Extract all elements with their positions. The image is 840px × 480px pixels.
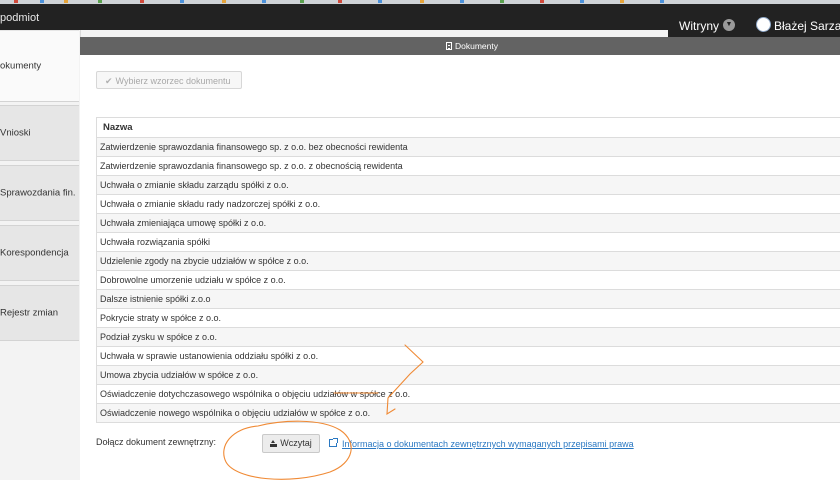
document-name-cell[interactable]: Uchwała o zmianie składu rady nadzorczej… [96,194,840,214]
document-name-cell[interactable]: Dobrowolne umorzenie udziału w spółce z … [96,270,840,290]
table-row[interactable]: Oświadczenie nowego wspólnika o objęciu … [96,403,840,423]
user-name[interactable]: Błażej Sarzals [774,19,840,33]
document-name-cell[interactable]: Uchwała zmieniająca umowę spółki z o.o. [96,213,840,233]
document-name-cell[interactable]: Podział zysku w spółce z o.o. [96,327,840,347]
choose-template-label: Wybierz wzorzec dokumentu [115,76,231,86]
sidebar-item-rejestr-zmian[interactable]: Rejestr zmian [0,285,79,341]
sidebar: okumenty Vnioski Sprawozdania fin. Kores… [0,30,81,480]
avatar[interactable] [756,17,771,32]
table-row[interactable]: Dobrowolne umorzenie udziału w spółce z … [96,270,840,290]
sidebar-item-label: okumenty [0,60,42,72]
document-name-cell[interactable]: Oświadczenie dotychczasowego wspólnika o… [96,384,840,404]
upload-button[interactable]: Wczytaj [262,434,320,453]
choose-template-button[interactable]: ✔ Wybierz wzorzec dokumentu [96,71,242,89]
sidebar-item-label: Korespondencja [0,247,69,259]
table-row[interactable]: Podział zysku w spółce z o.o. [96,327,840,347]
sidebar-item-korespondencja[interactable]: Korespondencja [0,225,79,281]
table-row[interactable]: Uchwała o zmianie składu rady nadzorczej… [96,194,840,214]
document-name-cell[interactable]: Umowa zbycia udziałów w spółce z o.o. [96,365,840,385]
document-name-cell[interactable]: Dalsze istnienie spółki z.o.o [96,289,840,309]
table-row[interactable]: Pokrycie straty w spółce z o.o. [96,308,840,328]
table-row[interactable]: Uchwała o zmianie składu zarządu spółki … [96,175,840,195]
external-documents-info-link[interactable]: Informacja o dokumentach zewnętrznych wy… [342,439,634,449]
table-row[interactable]: Zatwierdzenie sprawozdania finansowego s… [96,137,840,157]
documents-table: Nazwa Zatwierdzenie sprawozdania finanso… [96,117,840,423]
table-row[interactable]: Umowa zbycia udziałów w spółce z o.o. [96,365,840,385]
check-icon: ✔ [105,76,113,86]
table-row[interactable]: Oświadczenie dotychczasowego wspólnika o… [96,384,840,404]
attach-document-label: Dołącz dokument zewnętrzny: [96,437,217,447]
sidebar-item-wnioski[interactable]: Vnioski [0,105,79,161]
document-name-cell[interactable]: Zatwierdzenie sprawozdania finansowego s… [96,137,840,157]
table-row[interactable]: Zatwierdzenie sprawozdania finansowego s… [96,156,840,176]
document-name-cell[interactable]: Pokrycie straty w spółce z o.o. [96,308,840,328]
document-name-cell[interactable]: Zatwierdzenie sprawozdania finansowego s… [96,156,840,176]
table-row[interactable]: Uchwała rozwiązania spółki [96,232,840,252]
sidebar-item-sprawozdania[interactable]: Sprawozdania fin. [0,165,79,221]
sidebar-item-label: Sprawozdania fin. [0,187,76,199]
panel-header: Dokumenty [80,37,840,55]
table-header-row: Nazwa [96,117,840,138]
upload-icon [270,440,278,447]
panel-title-text: Dokumenty [455,41,498,51]
table-row[interactable]: Dalsze istnienie spółki z.o.o [96,289,840,309]
external-link-icon[interactable] [329,438,338,447]
sidebar-item-label: Vnioski [0,127,31,139]
document-name-cell[interactable]: Uchwała w sprawie ustanowienia oddziału … [96,346,840,366]
sidebar-item-label: Rejestr zmian [0,307,59,319]
document-name-cell[interactable]: Oświadczenie nowego wspólnika o objęciu … [96,403,840,423]
upload-button-label: Wczytaj [280,438,312,448]
sites-dropdown[interactable]: Witryny [679,19,719,33]
chevron-down-icon[interactable]: ▼ [723,19,735,31]
table-row[interactable]: Uchwała w sprawie ustanowienia oddziału … [96,346,840,366]
document-name-cell[interactable]: Udzielenie zgody na zbycie udziałów w sp… [96,251,840,271]
table-row[interactable]: Udzielenie zgody na zbycie udziałów w sp… [96,251,840,271]
document-name-cell[interactable]: Uchwała rozwiązania spółki [96,232,840,252]
document-name-cell[interactable]: Uchwała o zmianie składu zarządu spółki … [96,175,840,195]
documents-table-body: Zatwierdzenie sprawozdania finansowego s… [96,137,840,423]
document-icon [446,42,452,50]
app-title: podmiot [0,12,40,24]
documents-panel: Dokumenty ✔ Wybierz wzorzec dokumentu Naz… [80,37,840,480]
sidebar-item-dokumenty[interactable]: okumenty [0,30,79,102]
table-row[interactable]: Uchwała zmieniająca umowę spółki z o.o. [96,213,840,233]
column-header-name[interactable]: Nazwa [96,117,840,138]
panel-title: Dokumenty [446,41,498,51]
